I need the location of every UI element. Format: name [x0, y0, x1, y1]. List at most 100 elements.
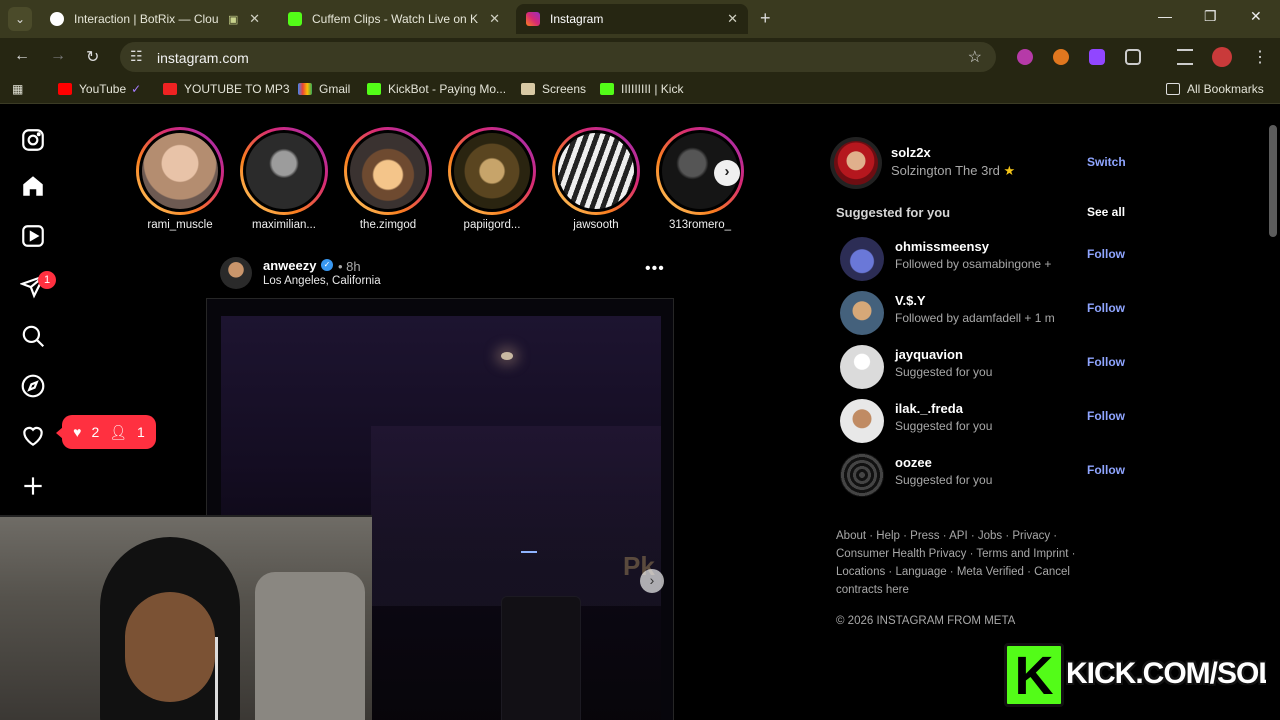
- current-user-username[interactable]: solz2x: [891, 145, 931, 160]
- follow-button[interactable]: Follow: [1087, 247, 1125, 261]
- browser-tab-strip: ⌄ Interaction | BotRix — Clou ▣ ✕ Cuffem…: [0, 0, 1280, 38]
- carousel-next-icon[interactable]: ›: [640, 569, 664, 593]
- new-tab-icon[interactable]: +: [760, 8, 771, 29]
- suggestion-item: jayquavion Suggested for you Follow: [840, 345, 1130, 389]
- see-all-link[interactable]: See all: [1087, 205, 1125, 219]
- bookmark-star-icon[interactable]: ☆: [968, 47, 982, 67]
- suggestion-subtitle: Suggested for you: [895, 365, 993, 379]
- story-item[interactable]: jawsooth: [548, 127, 644, 231]
- post-author-avatar[interactable]: [220, 257, 252, 289]
- current-user-avatar[interactable]: [830, 137, 882, 189]
- follow-button[interactable]: Follow: [1087, 463, 1125, 477]
- all-bookmarks[interactable]: All Bookmarks: [1166, 82, 1264, 96]
- suggestion-avatar[interactable]: [840, 291, 884, 335]
- extension-u-icon[interactable]: [1017, 49, 1033, 65]
- studio-wall: [371, 426, 661, 606]
- ceiling-light: [501, 352, 513, 360]
- bookmark-kick[interactable]: IIIIIIIII | Kick: [600, 82, 683, 96]
- notification-popup[interactable]: ♥ 2 👤︎ 1: [56, 415, 156, 449]
- tab-cuffem-clips[interactable]: Cuffem Clips - Watch Live on Ki ✕: [278, 4, 510, 34]
- extension-twitch-icon[interactable]: [1089, 49, 1105, 65]
- profile-avatar[interactable]: [1212, 47, 1232, 67]
- bookmark-kickbot[interactable]: KickBot - Paying Mo...: [367, 82, 506, 96]
- tab-instagram[interactable]: Instagram ✕: [516, 4, 748, 34]
- follow-button[interactable]: Follow: [1087, 409, 1125, 423]
- bookmark-screens[interactable]: Screens: [521, 82, 586, 96]
- bookmark-label: YouTube: [79, 82, 127, 96]
- bookmark-youtube[interactable]: YouTube ✓: [58, 82, 141, 96]
- apps-grid-icon[interactable]: ▦: [12, 82, 23, 96]
- suggestion-username[interactable]: ilak._.freda: [895, 401, 963, 416]
- kick-stream-overlay: K KICK.COM/SOLZ: [1004, 643, 1280, 713]
- notifications-heart-icon[interactable]: [20, 423, 52, 455]
- suggestion-avatar[interactable]: [840, 237, 884, 281]
- suggestion-username[interactable]: oozee: [895, 455, 932, 470]
- follower-person-icon: 👤︎: [109, 423, 128, 440]
- post-author-username[interactable]: anweezy: [263, 258, 316, 273]
- mp3-icon: [163, 83, 177, 95]
- suggestion-subtitle: Followed by osamabingone +: [895, 257, 1052, 271]
- close-tab-icon[interactable]: ✕: [249, 11, 260, 27]
- scrollbar-thumb[interactable]: [1269, 125, 1277, 237]
- suggestion-subtitle: Suggested for you: [895, 473, 993, 487]
- back-icon[interactable]: ←: [14, 47, 30, 65]
- follow-button[interactable]: Follow: [1087, 355, 1125, 369]
- screens-icon: [521, 83, 535, 95]
- switch-account-button[interactable]: Switch: [1087, 155, 1126, 169]
- suggestion-username[interactable]: jayquavion: [895, 347, 963, 362]
- bookmark-label: Screens: [542, 82, 587, 96]
- footer-links[interactable]: About · Help · Press · API · Jobs · Priv…: [836, 527, 1096, 599]
- instagram-logo-icon[interactable]: [20, 127, 52, 159]
- star-emoji-icon: ★: [1003, 163, 1016, 178]
- site-settings-icon[interactable]: ☷: [130, 48, 143, 65]
- equipment-led: [521, 551, 537, 553]
- suggestion-username[interactable]: V.$.Y: [895, 293, 926, 308]
- tab-search-button[interactable]: ⌄: [8, 7, 32, 31]
- reload-icon[interactable]: ↻: [86, 47, 99, 67]
- bookmark-label: YOUTUBE TO MP3: [184, 82, 290, 96]
- close-tab-icon[interactable]: ✕: [489, 11, 500, 27]
- bookmark-youtube-to-mp3[interactable]: YOUTUBE TO MP3: [163, 82, 290, 96]
- reels-icon[interactable]: [20, 223, 52, 255]
- search-icon[interactable]: [20, 323, 52, 355]
- bookmark-gmail[interactable]: Gmail: [298, 82, 350, 96]
- default-avatar-icon[interactable]: [840, 345, 884, 389]
- follow-button[interactable]: Follow: [1087, 301, 1125, 315]
- page-scrollbar[interactable]: [1266, 105, 1280, 720]
- suggestion-avatar[interactable]: [840, 399, 884, 443]
- follows-count: 1: [137, 424, 145, 440]
- bookmark-label: IIIIIIIII | Kick: [621, 82, 684, 96]
- webcam-overlay: [0, 515, 372, 720]
- story-item[interactable]: papiigord...: [444, 127, 540, 231]
- minimize-icon[interactable]: —: [1158, 8, 1172, 24]
- explore-compass-icon[interactable]: [20, 373, 52, 405]
- story-avatar: [142, 133, 218, 209]
- forward-icon[interactable]: →: [50, 47, 66, 65]
- kick-k-logo-icon: K: [1004, 643, 1064, 707]
- post-location[interactable]: Los Angeles, California: [263, 275, 381, 287]
- bookmark-label: Gmail: [319, 82, 351, 96]
- close-tab-icon[interactable]: ✕: [727, 11, 738, 27]
- extensions-puzzle-icon[interactable]: [1125, 49, 1141, 65]
- stories-next-chevron-icon[interactable]: ›: [714, 160, 740, 186]
- restore-icon[interactable]: ❐: [1204, 8, 1217, 25]
- suggestion-item: ilak._.freda Suggested for you Follow: [840, 399, 1130, 443]
- suggestion-username[interactable]: ohmissmeensy: [895, 239, 989, 254]
- suggestion-avatar[interactable]: [840, 453, 884, 497]
- tab-botrix[interactable]: Interaction | BotRix — Clou ▣ ✕: [40, 4, 270, 34]
- more-options-icon[interactable]: •••: [645, 260, 665, 278]
- story-item[interactable]: rami_muscle: [132, 127, 228, 231]
- post-time-value: 8h: [346, 259, 361, 274]
- tab-title: Interaction | BotRix — Clou: [74, 12, 219, 26]
- story-item[interactable]: the.zimgod: [340, 127, 436, 231]
- chrome-menu-icon[interactable]: ⋮: [1252, 47, 1268, 67]
- address-bar[interactable]: ☷ instagram.com ☆: [120, 42, 996, 72]
- gmail-icon: [298, 83, 312, 95]
- story-item[interactable]: maximilian...: [236, 127, 332, 231]
- webcam-streamer-face: [125, 592, 215, 702]
- create-plus-icon[interactable]: [20, 473, 52, 505]
- extension-orange-icon[interactable]: [1053, 49, 1069, 65]
- close-window-icon[interactable]: ✕: [1250, 8, 1262, 25]
- home-icon[interactable]: [20, 173, 52, 205]
- reading-list-icon[interactable]: [1177, 49, 1193, 65]
